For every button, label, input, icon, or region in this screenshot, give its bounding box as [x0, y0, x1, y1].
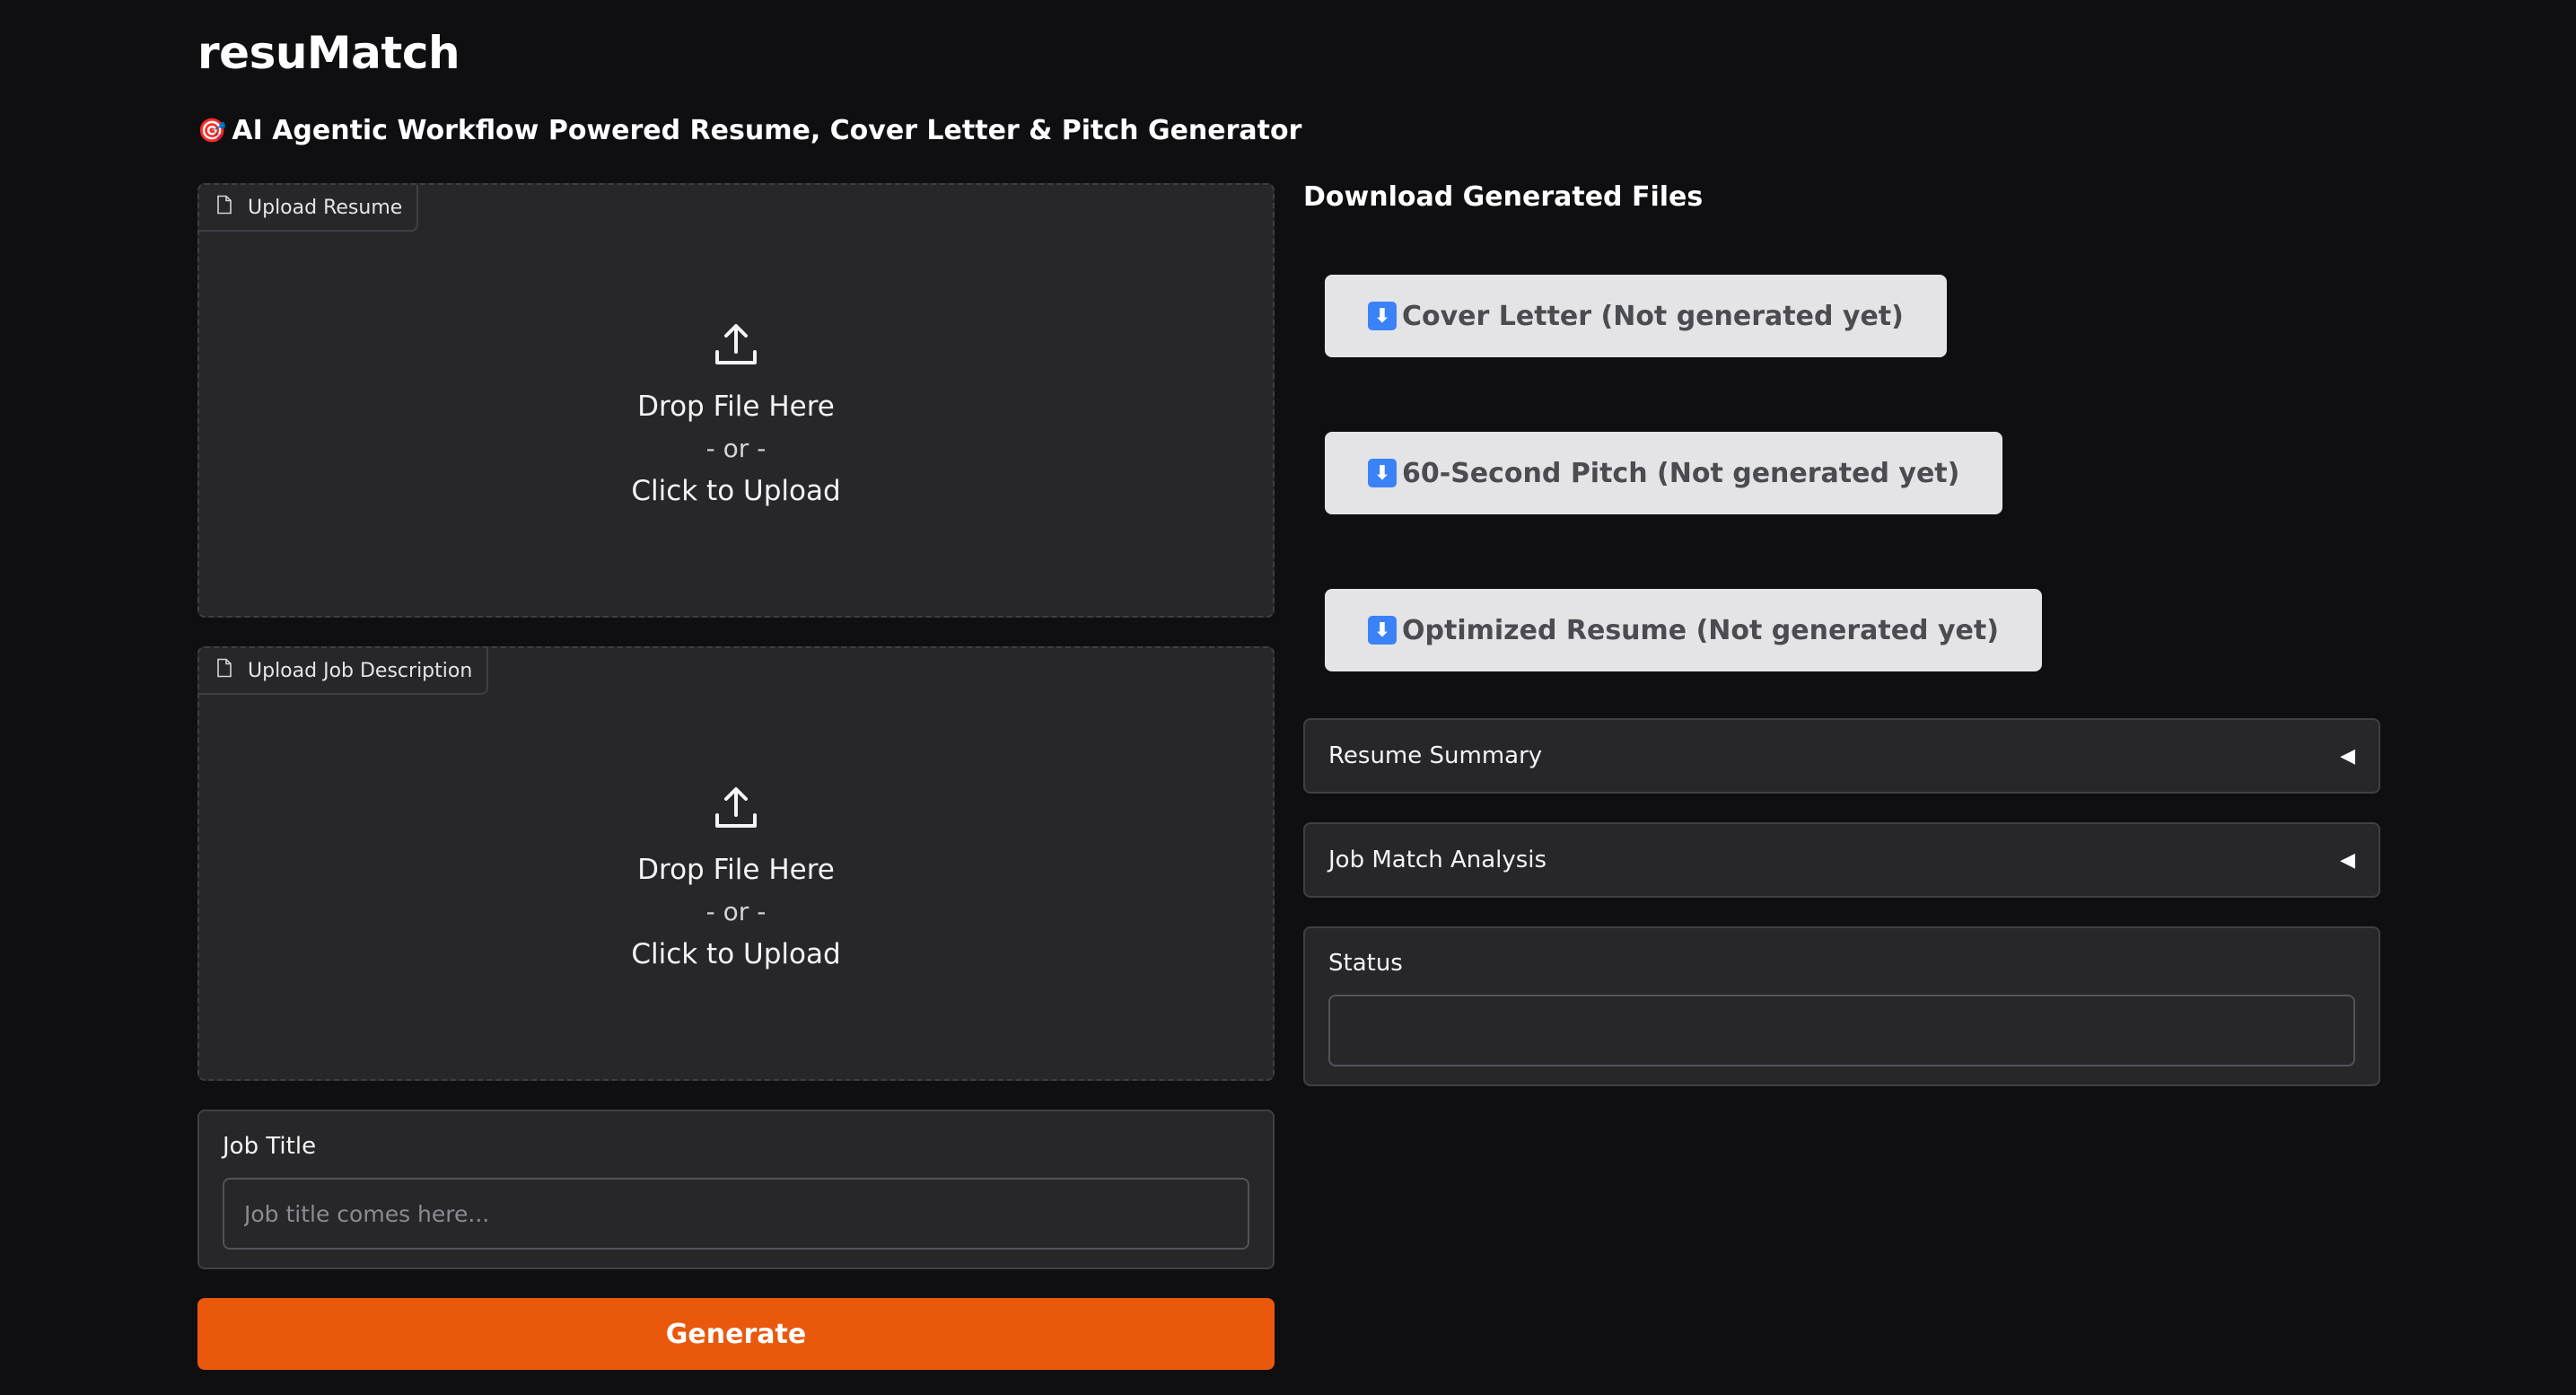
job-title-input[interactable] [223, 1178, 1249, 1250]
job-match-analysis-accordion[interactable]: Job Match Analysis ◀ [1303, 822, 2380, 898]
or-text: - or - [705, 897, 767, 926]
job-title-panel: Job Title [197, 1110, 1275, 1269]
status-panel: Status [1303, 926, 2380, 1086]
status-label: Status [1328, 950, 1403, 977]
download-heading: Download Generated Files [1303, 181, 1704, 213]
generate-button[interactable]: Generate [197, 1298, 1275, 1370]
upload-icon [711, 783, 761, 837]
file-icon [215, 195, 233, 220]
download-arrow-icon: ⬇ [1368, 459, 1397, 487]
pitch-download-label: 60-Second Pitch (Not generated yet) [1402, 457, 1960, 489]
cover-letter-download-label: Cover Letter (Not generated yet) [1402, 300, 1904, 332]
target-icon: 🎯 [197, 117, 227, 145]
resume-upload-dropzone[interactable]: Upload Resume Drop File Here - or - Clic… [197, 183, 1275, 618]
subtitle-text: AI Agentic Workflow Powered Resume, Cove… [232, 115, 1302, 146]
file-icon [215, 658, 233, 683]
status-output[interactable] [1328, 995, 2355, 1066]
resume-summary-accordion[interactable]: Resume Summary ◀ [1303, 718, 2380, 794]
or-text: - or - [705, 434, 767, 463]
app-title: resuMatch [197, 27, 460, 79]
optimized-resume-download-button[interactable]: ⬇ Optimized Resume (Not generated yet) [1325, 589, 2042, 671]
upload-job-description-label-text: Upload Job Description [248, 659, 473, 682]
caret-left-icon: ◀ [2340, 744, 2355, 768]
app-subtitle: 🎯 AI Agentic Workflow Powered Resume, Co… [197, 115, 1301, 146]
click-to-upload-text: Click to Upload [631, 475, 841, 507]
resume-summary-label: Resume Summary [1328, 742, 1543, 769]
resume-upload-label: Upload Resume [199, 185, 419, 232]
click-to-upload-text: Click to Upload [631, 938, 841, 970]
drop-file-text: Drop File Here [637, 854, 835, 886]
caret-left-icon: ◀ [2340, 848, 2355, 872]
job-description-upload-click-area[interactable]: Drop File Here - or - Click to Upload [199, 783, 1273, 975]
download-arrow-icon: ⬇ [1368, 616, 1397, 645]
drop-file-text: Drop File Here [637, 390, 835, 423]
job-title-label: Job Title [223, 1133, 317, 1160]
download-arrow-icon: ⬇ [1368, 302, 1397, 330]
optimized-resume-download-label: Optimized Resume (Not generated yet) [1402, 614, 1999, 646]
job-description-upload-dropzone[interactable]: Upload Job Description Drop File Here - … [197, 646, 1275, 1081]
cover-letter-download-button[interactable]: ⬇ Cover Letter (Not generated yet) [1325, 275, 1947, 357]
resume-upload-click-area[interactable]: Drop File Here - or - Click to Upload [199, 320, 1273, 512]
job-description-upload-label: Upload Job Description [199, 648, 489, 695]
job-match-analysis-label: Job Match Analysis [1328, 847, 1547, 873]
pitch-download-button[interactable]: ⬇ 60-Second Pitch (Not generated yet) [1325, 432, 2003, 514]
upload-resume-label-text: Upload Resume [248, 196, 403, 219]
upload-icon [711, 320, 761, 373]
